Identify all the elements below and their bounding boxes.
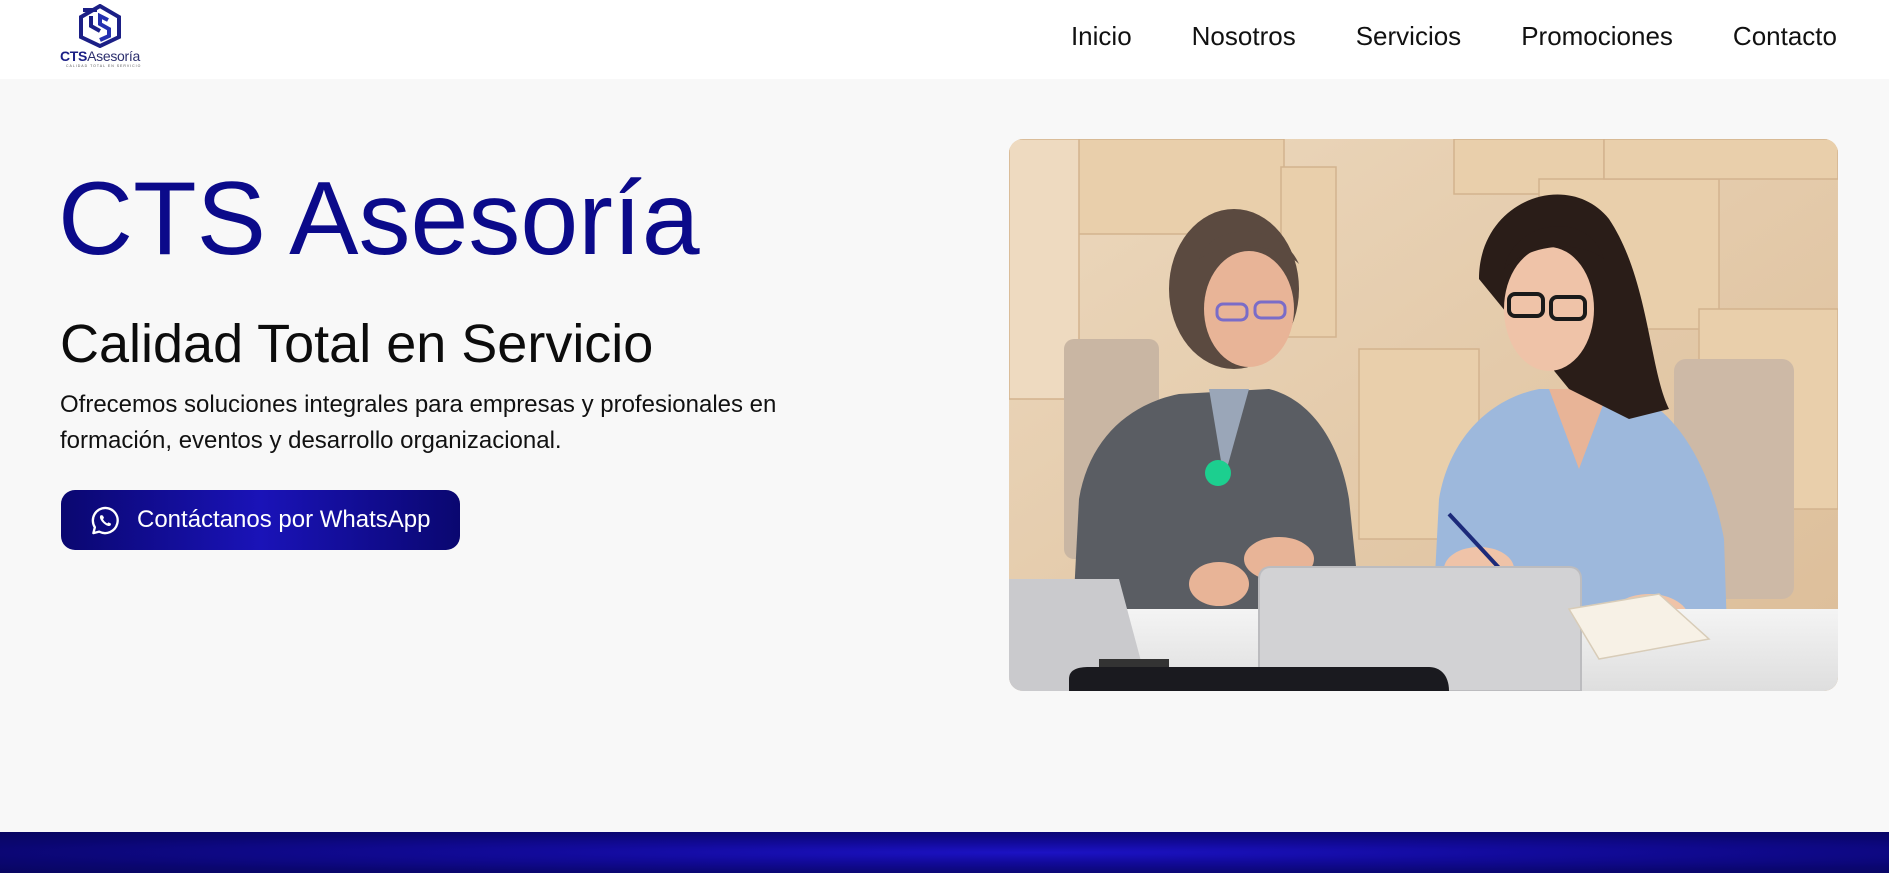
whatsapp-contact-button[interactable]: Contáctanos por WhatsApp	[61, 490, 460, 550]
main-nav: Inicio Nosotros Servicios Promociones Co…	[1071, 19, 1837, 53]
hero-subtitle: Calidad Total en Servicio	[60, 314, 654, 374]
accent-dot	[1205, 460, 1231, 486]
hero-title: CTS Asesoría	[58, 161, 700, 277]
nav-nosotros[interactable]: Nosotros	[1192, 19, 1296, 53]
nav-contacto[interactable]: Contacto	[1733, 19, 1837, 53]
hero-description: Ofrecemos soluciones integrales para emp…	[60, 391, 777, 454]
brand-tagline: CALIDAD TOTAL EN SERVICIO	[66, 64, 142, 68]
nav-servicios[interactable]: Servicios	[1356, 19, 1461, 53]
brand-logo[interactable]: CTSAsesoría CALIDAD TOTAL EN SERVICIO	[58, 4, 142, 68]
nav-promociones[interactable]: Promociones	[1521, 19, 1673, 53]
whatsapp-button-label: Contáctanos por WhatsApp	[137, 506, 431, 533]
hero-photo-illustration	[1009, 139, 1838, 691]
brand-wordmark: CTSAsesoría	[60, 48, 140, 64]
whatsapp-icon	[91, 506, 119, 534]
cts-logo-icon	[79, 4, 121, 48]
footer-band	[0, 832, 1889, 873]
hero-photo	[1009, 139, 1838, 691]
nav-inicio[interactable]: Inicio	[1071, 19, 1132, 53]
site-header: CTSAsesoría CALIDAD TOTAL EN SERVICIO In…	[0, 0, 1889, 79]
